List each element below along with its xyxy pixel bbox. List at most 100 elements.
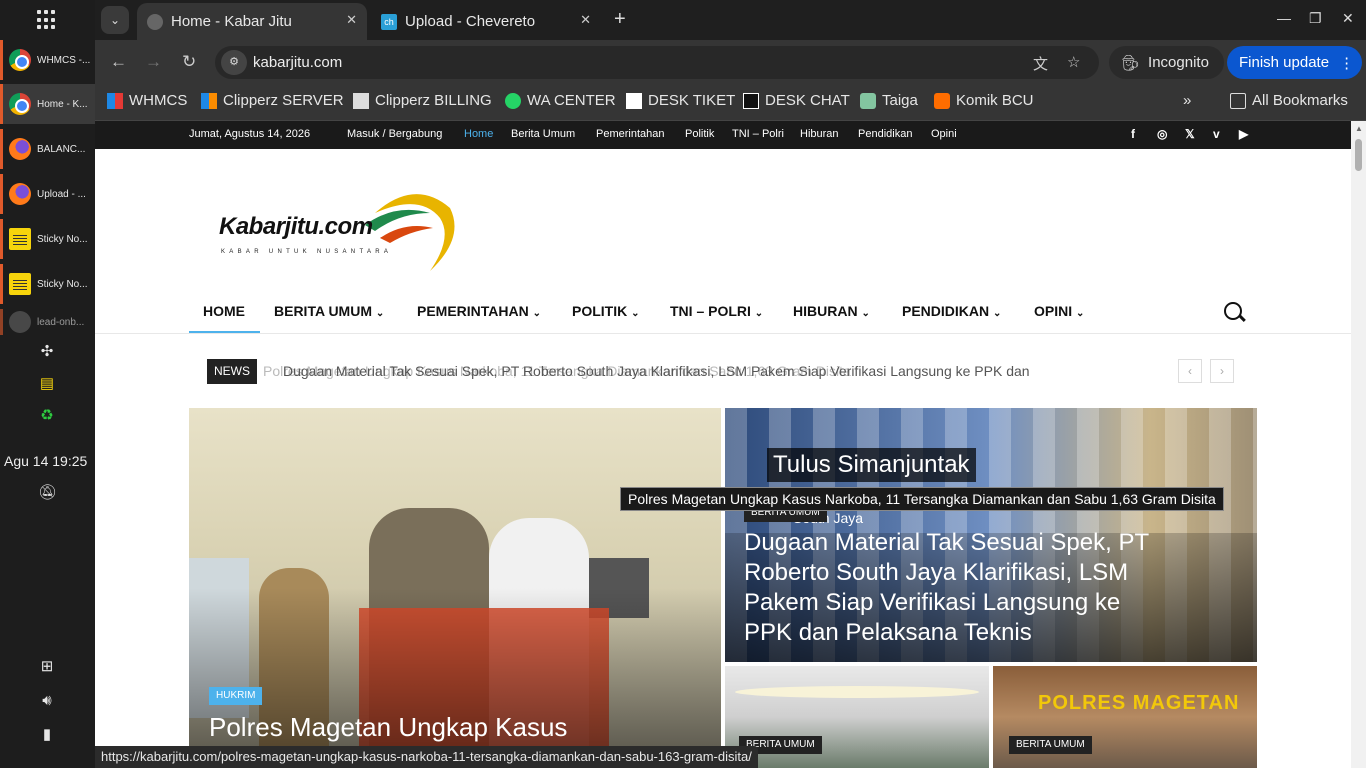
featured-card-3[interactable]: BERITA UMUM <box>725 666 989 768</box>
taskbar-item-sticky-1[interactable]: Sticky No... <box>0 219 95 259</box>
browser-toolbar: ← → ↻ ⚙ kabarjitu.com 文 ☆ 🕵︎ Incognito Fi… <box>95 40 1366 85</box>
clipperz-billing-icon <box>353 92 369 109</box>
top-link-opini[interactable]: Opini <box>931 128 957 140</box>
restore-icon[interactable]: ❐ <box>1309 10 1322 27</box>
recycle-icon[interactable]: ♻ <box>38 407 56 425</box>
sticky-notes-tray-icon[interactable]: ▤ <box>38 375 56 393</box>
ticker-prev-icon[interactable]: ‹ <box>1178 359 1202 383</box>
nav-politik[interactable]: POLITIK ⌄ <box>572 303 640 319</box>
taskbar-item-lead[interactable]: lead-onb... <box>0 309 95 335</box>
taskbar-item-home[interactable]: Home - K... <box>0 84 95 124</box>
incognito-indicator[interactable]: 🕵︎ Incognito <box>1109 46 1224 79</box>
nav-pendidikan[interactable]: PENDIDIKAN ⌄ <box>902 303 1001 319</box>
tooltip: Polres Magetan Ungkap Kasus Narkoba, 11 … <box>620 487 1224 511</box>
category-badge[interactable]: BERITA UMUM <box>1009 736 1092 754</box>
minimize-icon[interactable]: — <box>1277 10 1291 26</box>
taskbar-item-sticky-2[interactable]: Sticky No... <box>0 264 95 304</box>
bookmark-clipperz-server[interactable]: Clipperz SERVER <box>201 92 344 109</box>
address-bar[interactable]: ⚙ kabarjitu.com 文 ☆ <box>215 46 1099 79</box>
site-logo[interactable]: Kabarjitu.com KABAR UNTUK NUSANTARA <box>215 183 460 273</box>
clock[interactable]: Agu 14 19:25 <box>4 453 87 469</box>
volume-icon[interactable]: 🔊︎ <box>38 692 56 710</box>
bookmark-star-icon[interactable]: ☆ <box>1067 53 1080 71</box>
globe-icon <box>147 13 163 30</box>
tab-search-chevron-icon[interactable]: ⌄ <box>101 6 129 34</box>
top-link-politik[interactable]: Politik <box>685 128 714 140</box>
chevron-down-icon: ⌄ <box>1076 308 1085 319</box>
nav-pemerintahan[interactable]: PEMERINTAHAN ⌄ <box>417 303 541 319</box>
nav-opini[interactable]: OPINI ⌄ <box>1034 303 1084 319</box>
page-scrollbar[interactable]: ▲ <box>1351 121 1366 768</box>
whatsapp-icon <box>505 92 521 109</box>
ceiling-light-image <box>735 686 979 698</box>
page-viewport: Jumat, Agustus 14, 2026 Masuk / Bergabun… <box>95 121 1366 768</box>
taskbar-item-whmcs[interactable]: WHMCS -... <box>0 40 95 80</box>
top-link-tni-polri[interactable]: TNI – Polri <box>732 128 784 140</box>
new-tab-icon[interactable]: + <box>614 8 626 31</box>
site-info-icon[interactable]: ⚙ <box>221 50 247 75</box>
ticker-next-icon[interactable]: › <box>1210 359 1234 383</box>
bookmark-whmcs[interactable]: WHMCS <box>107 92 187 109</box>
tab-home-kabar-jitu[interactable]: Home - Kabar Jitu ✕ <box>137 3 367 40</box>
featured-card-4[interactable]: POLRES MAGETAN BERITA UMUM <box>993 666 1257 768</box>
close-tab-icon[interactable]: ✕ <box>346 12 357 28</box>
top-link-hiburan[interactable]: Hiburan <box>800 128 839 140</box>
x-twitter-icon[interactable]: 𝕏 <box>1185 127 1195 141</box>
all-bookmarks-folder[interactable]: All Bookmarks <box>1230 92 1348 109</box>
bookmark-desk-chat[interactable]: DESK CHAT <box>743 92 850 109</box>
taskbar-item-upload[interactable]: Upload - ... <box>0 174 95 214</box>
close-tab-icon[interactable]: ✕ <box>580 12 591 28</box>
app-grid-icon[interactable] <box>37 10 57 30</box>
bookmark-taiga[interactable]: Taiga <box>860 92 918 109</box>
site-top-bar: Jumat, Agustus 14, 2026 Masuk / Bergabun… <box>95 121 1351 149</box>
forward-icon[interactable]: → <box>145 52 162 72</box>
battery-icon[interactable]: ▮ <box>38 726 56 744</box>
finish-update-button[interactable]: Finish update ⋮ <box>1227 46 1362 79</box>
slack-icon[interactable]: ✣ <box>38 343 56 361</box>
logo-name: Kabarjitu.com <box>219 213 373 240</box>
bookmark-komik-bcu[interactable]: Komik BCU <box>934 92 1034 109</box>
featured-title[interactable]: Dugaan Material Tak Sesuai Spek, PT Robe… <box>744 528 1164 648</box>
instagram-icon[interactable]: ◎ <box>1157 127 1167 141</box>
browser-window: ⌄ Home - Kabar Jitu ✕ ch Upload - Chever… <box>95 0 1366 768</box>
taskbar: WHMCS -... Home - K... BALANC... Upload … <box>0 0 95 768</box>
top-link-pemerintahan[interactable]: Pemerintahan <box>596 128 665 140</box>
ticker-headline-front[interactable]: Dugaan Material Tak Sesuai Spek, PT Robe… <box>283 363 1030 379</box>
nav-hiburan[interactable]: HIBURAN ⌄ <box>793 303 870 319</box>
youtube-icon[interactable]: ▶ <box>1239 127 1248 141</box>
back-icon[interactable]: ← <box>110 52 127 72</box>
login-link[interactable]: Masuk / Bergabung <box>347 128 442 140</box>
firefox-icon <box>9 183 31 205</box>
facebook-icon[interactable]: f <box>1131 127 1135 141</box>
vimeo-icon[interactable]: v <box>1213 127 1220 141</box>
whmcs-icon <box>107 92 123 109</box>
translate-icon[interactable]: 文 <box>1033 53 1048 74</box>
bookmark-desk-tiket[interactable]: DESK TIKET <box>626 92 735 109</box>
top-link-pendidikan[interactable]: Pendidikan <box>858 128 912 140</box>
featured-card-main[interactable]: HUKRIM Polres Magetan Ungkap Kasus <box>189 408 721 768</box>
scroll-thumb[interactable] <box>1355 139 1362 171</box>
close-window-icon[interactable]: ✕ <box>1342 10 1354 27</box>
featured-title[interactable]: Polres Magetan Ungkap Kasus <box>209 712 567 742</box>
bookmark-clipperz-billing[interactable]: Clipperz BILLING <box>353 92 492 109</box>
notifications-muted-icon[interactable]: 🔕︎ <box>38 484 57 502</box>
featured-card-2[interactable]: Tulus Simanjuntak South Jaya BERITA UMUM… <box>725 408 1257 662</box>
network-icon[interactable]: ⊞ <box>38 658 56 676</box>
tab-upload-chevereto[interactable]: ch Upload - Chevereto ✕ <box>371 3 601 40</box>
taskbar-item-balance[interactable]: BALANC... <box>0 129 95 169</box>
scroll-up-icon[interactable]: ▲ <box>1355 124 1363 133</box>
blogger-icon <box>934 92 950 109</box>
nav-divider <box>95 333 1351 334</box>
url-text[interactable]: kabarjitu.com <box>253 54 342 71</box>
nav-home[interactable]: HOME <box>203 303 245 319</box>
category-badge[interactable]: HUKRIM <box>209 687 263 705</box>
chevron-down-icon: ⌄ <box>532 308 542 319</box>
nav-tni-polri[interactable]: TNI – POLRI ⌄ <box>670 303 763 319</box>
top-link-home[interactable]: Home <box>464 128 493 140</box>
nav-berita-umum[interactable]: BERITA UMUM ⌄ <box>274 303 384 319</box>
search-icon[interactable] <box>1224 302 1242 320</box>
top-link-berita-umum[interactable]: Berita Umum <box>511 128 575 140</box>
bookmark-wa-center[interactable]: WA CENTER <box>505 92 616 109</box>
reload-icon[interactable]: ↻ <box>182 52 196 72</box>
more-bookmarks-icon[interactable]: » <box>1183 92 1191 109</box>
